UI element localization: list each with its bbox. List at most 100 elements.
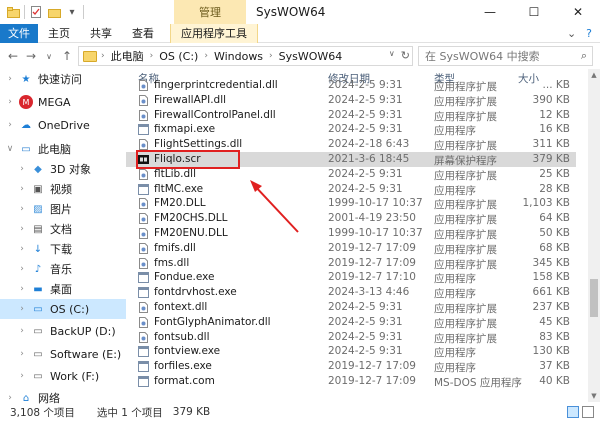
file-type: 屏幕保护程序 xyxy=(434,155,497,167)
nav-item-software-e[interactable]: › ▭ Software (E:) xyxy=(0,344,121,364)
table-row[interactable]: Fondue.exe 2019-12-7 17:10 应用程序 158 KB xyxy=(126,270,576,285)
expand-chevron-icon[interactable]: › xyxy=(16,349,28,359)
chevron-right-icon[interactable]: › xyxy=(101,51,105,61)
navigation-pane: › ★ 快速访问 › M MEGA › ☁ OneDrive ∨ ▭ 此电脑 › ◆ 3D 对象 › ▣ 视频 › ▨… xyxy=(0,69,126,405)
up-icon[interactable]: ↑ xyxy=(58,47,76,65)
table-row[interactable]: fontext.dll 2024-2-5 9:31 应用程序扩展 237 KB xyxy=(126,300,576,315)
new-folder-icon[interactable] xyxy=(47,5,61,19)
expand-chevron-icon[interactable]: › xyxy=(16,204,28,214)
tab-view[interactable]: 查看 xyxy=(122,24,164,43)
table-row[interactable]: fontsub.dll 2024-2-5 9:31 应用程序扩展 83 KB xyxy=(126,330,576,345)
expand-chevron-icon[interactable]: › xyxy=(16,326,28,336)
large-icons-view-icon[interactable] xyxy=(582,406,594,418)
drive-icon: ▭ xyxy=(33,348,43,360)
nav-item-0[interactable]: › ★ 快速访问 xyxy=(0,69,82,89)
breadcrumb-syswow64[interactable]: SysWOW64 xyxy=(279,50,343,63)
nav-item-onedrive[interactable]: › ☁ OneDrive xyxy=(0,115,90,135)
nav-item-5[interactable]: › ▣ 视频 xyxy=(0,179,72,199)
table-row[interactable]: fltMC.exe 2024-2-5 9:31 应用程序 28 KB xyxy=(126,182,576,197)
breadcrumb-windows[interactable]: Windows xyxy=(214,50,263,63)
scroll-thumb[interactable] xyxy=(590,279,598,317)
video-icon: ▣ xyxy=(33,183,43,195)
vertical-scrollbar[interactable]: ▲ ▼ xyxy=(588,69,600,402)
table-row[interactable]: FirewallControlPanel.dll 2024-2-5 9:31 应用程… xyxy=(126,108,576,123)
close-icon[interactable]: ✕ xyxy=(556,0,600,24)
search-input[interactable]: 在 SysWOW64 中搜索 ⌕ xyxy=(418,46,593,66)
file-date: 2019-12-7 17:09 xyxy=(328,256,416,269)
nav-item-8[interactable]: › ↓ 下载 xyxy=(0,239,72,259)
chevron-right-icon[interactable]: › xyxy=(150,51,154,61)
nav-item-label: 此电脑 xyxy=(38,143,71,156)
minimize-icon[interactable]: — xyxy=(468,0,512,24)
expand-chevron-icon[interactable]: › xyxy=(16,244,28,254)
folder-icon[interactable] xyxy=(6,5,20,19)
tab-share[interactable]: 共享 xyxy=(80,24,122,43)
nav-item-os-c[interactable]: › ▭ OS (C:) xyxy=(0,299,126,319)
file-size: 390 KB xyxy=(532,93,570,106)
table-row[interactable]: fltLib.dll 2024-2-5 9:31 应用程序扩展 25 KB xyxy=(126,167,576,182)
table-row[interactable]: FirewallAPI.dll 2024-2-5 9:31 应用程序扩展 390 KB xyxy=(126,93,576,108)
help-icon[interactable]: ? xyxy=(586,27,592,40)
scroll-down-icon[interactable]: ▼ xyxy=(588,390,600,402)
file-type: 应用程序 xyxy=(434,273,476,286)
table-row[interactable]: FM20ENU.DLL 1999-10-17 10:37 应用程序扩展 50 KB xyxy=(126,226,576,241)
expand-ribbon-icon[interactable]: ⌄ xyxy=(567,27,576,40)
back-icon[interactable]: ← xyxy=(4,47,22,65)
nav-item-work-f[interactable]: › ▭ Work (F:) xyxy=(0,366,99,386)
address-bar[interactable]: › 此电脑 › OS (C:) › Windows › SysWOW64 ∨ ↻ xyxy=(78,46,413,66)
expand-chevron-icon[interactable]: › xyxy=(16,304,28,314)
maximize-icon[interactable]: ☐ xyxy=(512,0,556,24)
table-row[interactable]: Fliqlo.scr 2021-3-6 18:45 屏幕保护程序 379 KB xyxy=(126,150,576,169)
chevron-right-icon[interactable]: › xyxy=(269,51,273,61)
table-row[interactable]: fmifs.dll 2019-12-7 17:09 应用程序扩展 68 KB xyxy=(126,241,576,256)
table-row[interactable]: FontGlyphAnimator.dll 2024-2-5 9:31 应用程序扩展… xyxy=(126,315,576,330)
table-row[interactable]: forfiles.exe 2019-12-7 17:09 应用程序 37 KB xyxy=(126,359,576,374)
tab-file[interactable]: 文件 xyxy=(0,23,38,43)
quick-access-toolbar: ▾ xyxy=(0,0,84,24)
address-dropdown-icon[interactable]: ∨ xyxy=(389,49,395,62)
table-row[interactable]: format.com 2019-12-7 17:09 MS-DOS 应用程序 40 K… xyxy=(126,374,576,389)
recent-chevron-icon[interactable]: ∨ xyxy=(40,47,58,65)
details-view-icon[interactable] xyxy=(567,406,579,418)
table-row[interactable]: fontdrvhost.exe 2024-3-13 4:46 应用程序 661 KB xyxy=(126,285,576,300)
expand-chevron-icon[interactable]: › xyxy=(4,74,16,84)
nav-item-6[interactable]: › ▨ 图片 xyxy=(0,199,72,219)
properties-icon[interactable] xyxy=(29,5,43,19)
file-name: format.com xyxy=(154,375,215,387)
file-size: 83 KB xyxy=(539,330,570,343)
expand-chevron-icon[interactable]: › xyxy=(16,264,28,274)
file-date: 2024-2-5 9:31 xyxy=(328,301,403,313)
scroll-up-icon[interactable]: ▲ xyxy=(588,69,600,81)
breadcrumb-os-c[interactable]: OS (C:) xyxy=(159,50,198,63)
expand-chevron-icon[interactable]: ∨ xyxy=(4,144,16,154)
table-row[interactable]: fingerprintcredential.dll 2024-2-5 9:31 应用… xyxy=(126,78,576,93)
customize-chevron-icon[interactable]: ▾ xyxy=(65,5,79,19)
forward-icon[interactable]: → xyxy=(22,47,40,65)
nav-item-mega[interactable]: › M MEGA xyxy=(0,92,71,112)
search-icon[interactable]: ⌕ xyxy=(581,49,587,63)
table-row[interactable]: fms.dll 2019-12-7 17:09 应用程序扩展 345 KB xyxy=(126,256,576,271)
nav-item-9[interactable]: › ♪ 音乐 xyxy=(0,259,72,279)
refresh-icon[interactable]: ↻ xyxy=(401,49,410,62)
table-row[interactable]: fontview.exe 2024-2-5 9:31 应用程序 130 KB xyxy=(126,344,576,359)
expand-chevron-icon[interactable]: › xyxy=(4,97,16,107)
tab-application-tools[interactable]: 应用程序工具 xyxy=(170,23,258,43)
nav-item-10[interactable]: › ▬ 桌面 xyxy=(0,279,72,299)
nav-item-7[interactable]: › ▤ 文档 xyxy=(0,219,72,239)
table-row[interactable]: FM20.DLL 1999-10-17 10:37 应用程序扩展 1,103 KB xyxy=(126,196,576,211)
expand-chevron-icon[interactable]: › xyxy=(4,120,16,130)
tab-home[interactable]: 主页 xyxy=(38,24,80,43)
table-row[interactable]: fixmapi.exe 2024-2-5 9:31 应用程序 16 KB xyxy=(126,122,576,137)
nav-item-3[interactable]: ∨ ▭ 此电脑 xyxy=(0,139,71,159)
expand-chevron-icon[interactable]: › xyxy=(16,284,28,294)
file-type: 应用程序扩展 xyxy=(434,229,497,241)
expand-chevron-icon[interactable]: › xyxy=(16,164,28,174)
table-row[interactable]: FM20CHS.DLL 2001-4-19 23:50 应用程序扩展 64 KB xyxy=(126,211,576,226)
breadcrumb-this-pc[interactable]: 此电脑 xyxy=(111,48,144,64)
expand-chevron-icon[interactable]: › xyxy=(16,371,28,381)
chevron-right-icon[interactable]: › xyxy=(204,51,208,61)
expand-chevron-icon[interactable]: › xyxy=(16,184,28,194)
nav-item-backup-d[interactable]: › ▭ BackUP (D:) xyxy=(0,321,115,341)
nav-item-3d[interactable]: › ◆ 3D 对象 xyxy=(0,159,91,179)
expand-chevron-icon[interactable]: › xyxy=(16,224,28,234)
